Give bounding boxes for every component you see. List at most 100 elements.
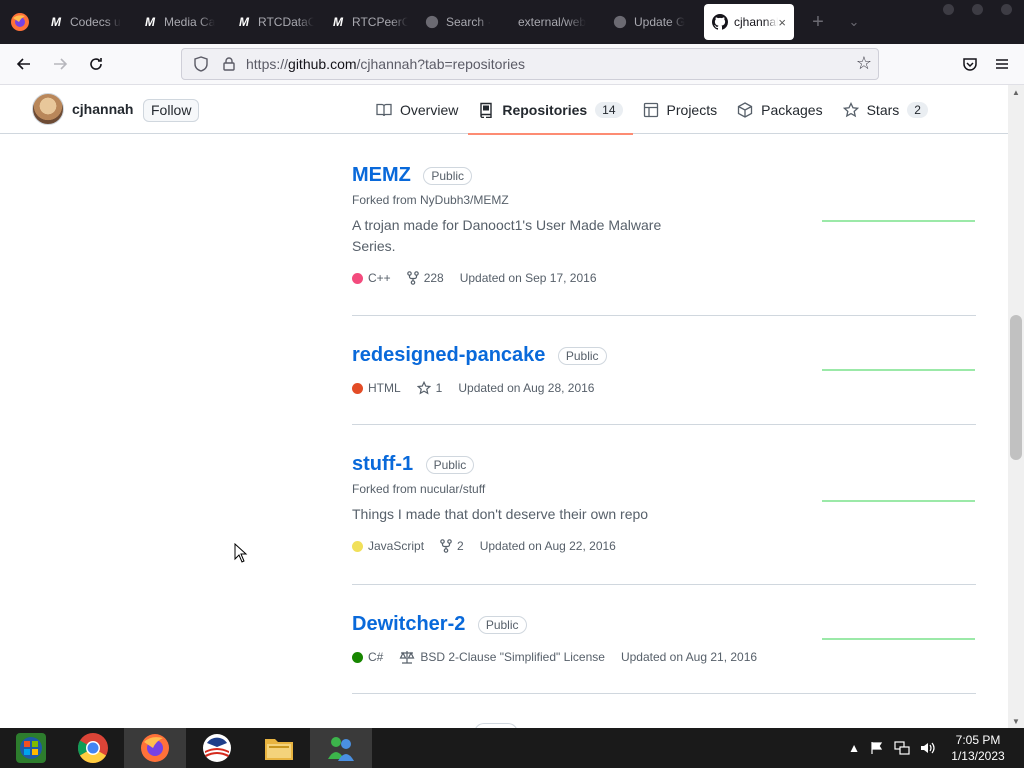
updated-date: Updated on Aug 22, 2016	[479, 539, 616, 553]
show-hidden-icons-button[interactable]: ▲	[848, 741, 860, 755]
taskbar-clock[interactable]: 7:05 PM 1/13/2023	[946, 732, 1010, 764]
browser-tab[interactable]: external/web	[510, 4, 604, 40]
updated-date: Updated on Sep 17, 2016	[459, 271, 597, 285]
page-scrollbar[interactable]: ▲ ▼	[1008, 85, 1024, 728]
browser-tab-active[interactable]: cjhannah ×	[704, 4, 794, 40]
hamburger-menu-icon	[996, 59, 1008, 69]
network-icon[interactable]	[894, 741, 910, 755]
github-favicon-icon	[612, 14, 628, 30]
tab-stars[interactable]: Stars 2	[833, 85, 938, 134]
firefox-menu-icon[interactable]	[0, 0, 40, 44]
taskbar-file-explorer[interactable]	[248, 728, 310, 768]
language-color-dot	[352, 651, 363, 663]
os-taskbar: ▲ 7:05 PM 1/13/2023	[0, 728, 1024, 768]
repo-count-badge: 14	[595, 101, 623, 118]
scroll-up-arrow-icon[interactable]: ▲	[1008, 85, 1024, 99]
browser-tab[interactable]: M RTCDataC	[228, 4, 322, 40]
language-color-dot	[352, 272, 363, 284]
license-info: BSD 2-Clause "Simplified" License	[399, 650, 605, 664]
github-favicon-icon	[712, 14, 728, 30]
reload-icon	[90, 58, 102, 70]
book-icon	[376, 103, 392, 116]
app-menu-button[interactable]	[984, 46, 1020, 82]
language-color-dot	[352, 382, 363, 394]
forked-from-link[interactable]: Forked from NyDubh3/MEMZ	[352, 193, 976, 207]
start-button[interactable]	[0, 728, 62, 768]
forward-button[interactable]	[42, 46, 78, 82]
taskbar-chrome[interactable]	[62, 728, 124, 768]
profile-sticky-header: cjhannah Follow Overview Repositories 14…	[0, 85, 1008, 135]
clock-time: 7:05 PM	[955, 733, 1001, 747]
profile-username[interactable]: cjhannah	[72, 101, 133, 117]
activity-sparkline	[822, 220, 975, 222]
browser-tab[interactable]: M Codecs u	[40, 4, 134, 40]
visibility-badge: Public	[477, 615, 527, 634]
lock-icon[interactable]	[218, 53, 240, 75]
stargazers-link[interactable]: 1	[416, 381, 442, 395]
campaign-logo-icon	[203, 734, 231, 762]
browser-nav-bar: https://github.com/cjhannah?tab=reposito…	[0, 44, 1024, 85]
pocket-button[interactable]	[952, 46, 988, 82]
repo-meta: C++ 228 Updated on Sep 17, 2016	[352, 271, 976, 285]
maximize-window-button[interactable]	[972, 4, 983, 15]
taskbar-firefox[interactable]	[124, 728, 186, 768]
bookmark-star-icon[interactable]: ☆	[856, 53, 872, 74]
url-bar[interactable]: https://github.com/cjhannah?tab=reposito…	[181, 48, 879, 80]
browser-tab[interactable]: Update G	[604, 4, 698, 40]
pocket-icon	[963, 58, 977, 71]
scroll-thumb[interactable]	[1010, 315, 1022, 460]
close-window-button[interactable]	[1001, 4, 1012, 15]
fork-icon	[406, 271, 419, 285]
minimize-window-button[interactable]	[943, 4, 954, 15]
github-profile-page: cjhannah Follow Overview Repositories 14…	[0, 85, 1008, 728]
star-icon	[416, 381, 431, 395]
stars-count-badge: 2	[907, 101, 928, 118]
law-scale-icon	[399, 651, 415, 664]
reload-button[interactable]	[78, 46, 114, 82]
forks-link[interactable]: 228	[406, 271, 444, 285]
tab-projects[interactable]: Projects	[633, 85, 728, 134]
taskbar-messenger[interactable]	[310, 728, 372, 768]
repo-name-link[interactable]: Dewitcher-2	[352, 613, 465, 636]
browser-tab[interactable]: M RTCPeerC	[322, 4, 416, 40]
fork-icon	[440, 539, 452, 553]
mdn-favicon-icon: M	[333, 15, 343, 29]
repo-language: HTML	[352, 381, 401, 395]
scroll-down-arrow-icon[interactable]: ▼	[1008, 714, 1024, 728]
taskbar-campaign-app[interactable]	[186, 728, 248, 768]
browser-tab[interactable]: M Media Ca	[134, 4, 228, 40]
repo-name-link[interactable]: redesigned-pancake	[352, 344, 545, 367]
chrome-icon	[77, 733, 108, 764]
tab-packages[interactable]: Packages	[727, 85, 832, 134]
browser-tab[interactable]: Search ·	[416, 4, 510, 40]
volume-icon[interactable]	[920, 741, 936, 755]
browser-tab-strip: M Codecs u M Media Ca M RTCDataC M RTCPeerC …	[0, 0, 1024, 44]
tab-overview[interactable]: Overview	[366, 85, 468, 134]
mouse-cursor-icon	[234, 543, 248, 563]
new-tab-button[interactable]: +	[800, 4, 836, 40]
repo-name-link[interactable]: stuff-1	[352, 453, 413, 476]
mdn-favicon-icon: M	[51, 15, 61, 29]
window-controls	[943, 4, 1012, 15]
back-button[interactable]	[6, 46, 42, 82]
forked-from-link[interactable]: Forked from nucular/stuff	[352, 482, 976, 496]
system-tray: ▲ 7:05 PM 1/13/2023	[848, 728, 1024, 768]
repo-name-link[interactable]: MEMZ	[352, 164, 411, 187]
list-all-tabs-button[interactable]: ⌄	[836, 4, 872, 40]
forks-link[interactable]: 2	[440, 539, 464, 553]
back-arrow-icon	[16, 58, 30, 70]
tracking-protection-shield-icon[interactable]	[190, 53, 212, 75]
language-color-dot	[352, 540, 363, 552]
repo-icon	[480, 102, 493, 118]
folder-icon	[265, 739, 293, 760]
tab-repositories[interactable]: Repositories 14	[468, 85, 633, 135]
close-tab-icon[interactable]: ×	[778, 15, 786, 30]
clock-date: 1/13/2023	[951, 749, 1005, 763]
follow-button[interactable]: Follow	[143, 99, 200, 122]
action-center-flag-icon[interactable]	[870, 741, 884, 755]
updated-date: Updated on Aug 28, 2016	[458, 381, 595, 395]
firefox-icon	[141, 734, 169, 762]
repo-language: JavaScript	[352, 539, 424, 553]
repo-list-item: redesigned-pancake Public HTML 1 Updated…	[352, 316, 976, 425]
avatar[interactable]	[32, 93, 64, 125]
